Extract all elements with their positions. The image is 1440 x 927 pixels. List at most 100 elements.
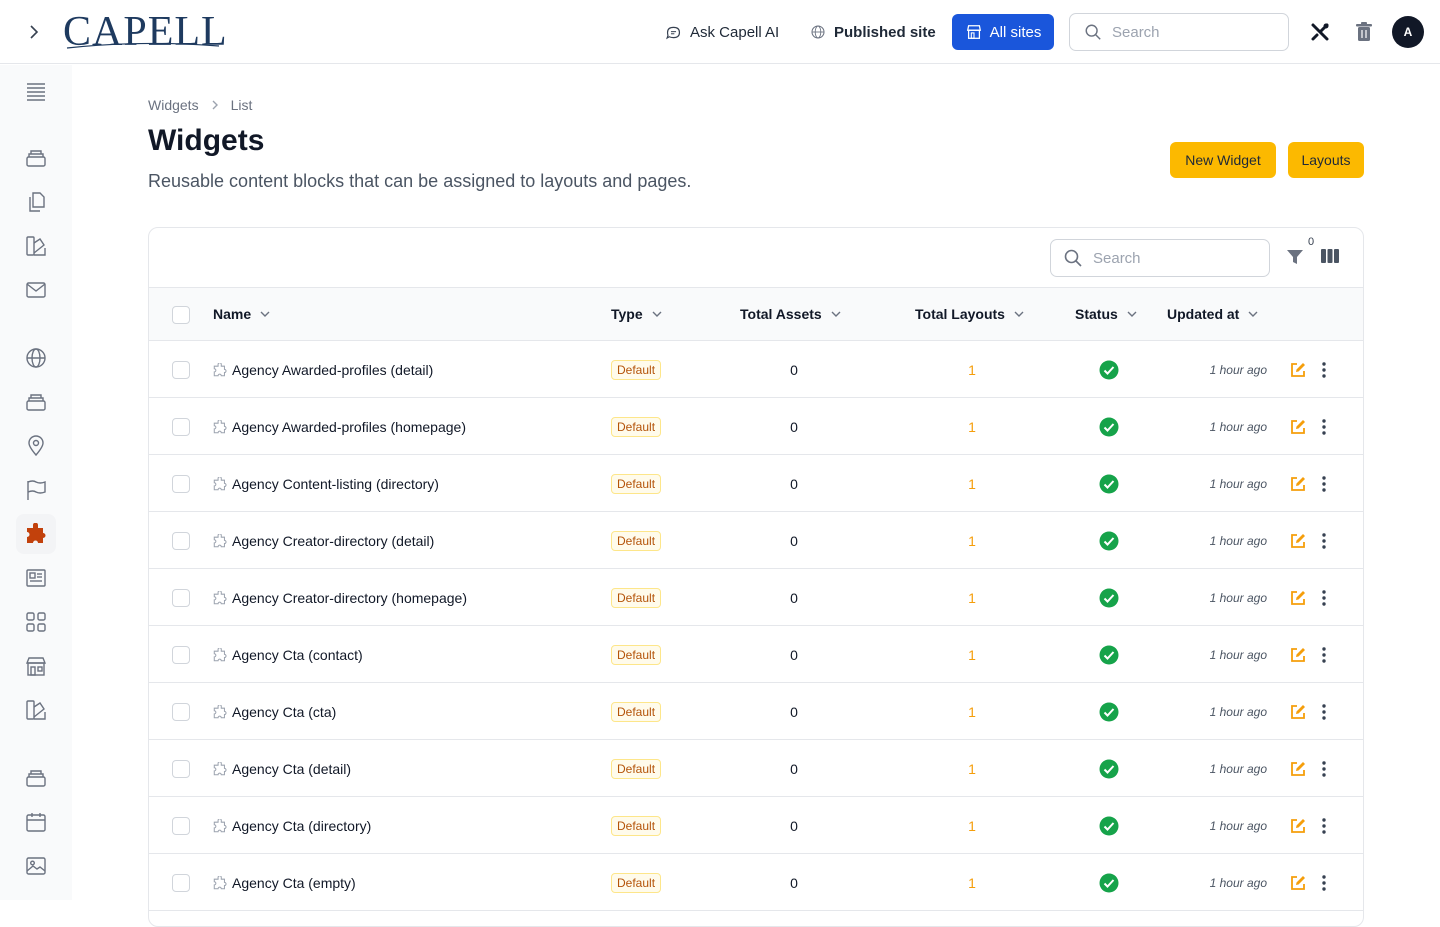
row-edit-button[interactable] xyxy=(1289,740,1307,797)
row-name[interactable]: Agency Awarded-profiles (detail) xyxy=(213,341,433,398)
global-search-input[interactable] xyxy=(1112,23,1262,41)
row-name[interactable]: Agency Creator-directory (detail) xyxy=(213,512,434,569)
row-more-button[interactable] xyxy=(1322,341,1326,398)
sidebar-item-pages[interactable] xyxy=(16,182,56,222)
columns-button[interactable] xyxy=(1321,248,1339,269)
row-name-label: Agency Awarded-profiles (detail) xyxy=(232,361,434,378)
sidebar-item-stores[interactable] xyxy=(16,646,56,686)
table-row[interactable]: Agency Creator-directory (homepage) Defa… xyxy=(149,569,1363,626)
col-updated-at-header[interactable]: Updated at xyxy=(1167,306,1259,322)
row-edit-button[interactable] xyxy=(1289,569,1307,626)
table-row[interactable]: Agency Cta (empty) Default 0 1 1 hour ag… xyxy=(149,854,1363,911)
ask-ai-link[interactable]: Ask Capell AI xyxy=(665,20,779,44)
swatch-icon xyxy=(26,700,46,720)
col-total-layouts-header[interactable]: Total Layouts xyxy=(915,306,1025,322)
col-type-header[interactable]: Type xyxy=(611,306,663,322)
row-more-button[interactable] xyxy=(1322,455,1326,512)
row-total-assets: 0 xyxy=(790,760,798,777)
col-name-header[interactable]: Name xyxy=(213,306,271,322)
row-checkbox[interactable] xyxy=(172,418,190,436)
table-row[interactable]: Agency Cta (contact) Default 0 1 1 hour … xyxy=(149,626,1363,683)
sidebar-item-locations[interactable] xyxy=(16,426,56,466)
row-checkbox[interactable] xyxy=(172,361,190,379)
table-row[interactable]: Agency Cta (directory) Default 0 1 1 hou… xyxy=(149,797,1363,854)
sidebar-item-widgets[interactable] xyxy=(16,514,56,554)
layouts-button[interactable]: Layouts xyxy=(1288,142,1364,178)
new-widget-button[interactable]: New Widget xyxy=(1170,142,1276,178)
table-row[interactable]: Agency Cta (cta) Default 0 1 1 hour ago xyxy=(149,683,1363,740)
row-name[interactable]: Agency Cta (directory) xyxy=(213,797,371,854)
sidebar-item-sites[interactable] xyxy=(16,338,56,378)
table-row[interactable]: Agency Cta (detail) Default 0 1 1 hour a… xyxy=(149,740,1363,797)
col-total-assets-header[interactable]: Total Assets xyxy=(740,306,842,322)
row-checkbox[interactable] xyxy=(172,532,190,550)
row-edit-button[interactable] xyxy=(1289,341,1307,398)
row-more-button[interactable] xyxy=(1322,740,1326,797)
row-edit-button[interactable] xyxy=(1289,626,1307,683)
trash-button[interactable] xyxy=(1354,21,1374,48)
col-status-header[interactable]: Status xyxy=(1075,306,1138,322)
table-search[interactable] xyxy=(1050,239,1270,277)
row-checkbox[interactable] xyxy=(172,874,190,892)
row-checkbox[interactable] xyxy=(172,703,190,721)
pencil-square-icon xyxy=(1291,761,1305,776)
sidebar-item-mail[interactable] xyxy=(16,270,56,310)
row-more-button[interactable] xyxy=(1322,569,1326,626)
row-more-button[interactable] xyxy=(1322,797,1326,854)
row-more-button[interactable] xyxy=(1322,854,1326,911)
row-edit-button[interactable] xyxy=(1289,683,1307,740)
breadcrumb-widgets[interactable]: Widgets xyxy=(148,97,199,113)
ellipsis-vertical-icon xyxy=(1322,475,1326,492)
row-name[interactable]: Agency Cta (empty) xyxy=(213,854,356,911)
row-checkbox[interactable] xyxy=(172,589,190,607)
sidebar-item-news[interactable] xyxy=(16,558,56,598)
row-name[interactable]: Agency Awarded-profiles (homepage) xyxy=(213,398,466,455)
row-edit-button[interactable] xyxy=(1289,512,1307,569)
sidebar-item-apps[interactable] xyxy=(16,602,56,642)
row-more-button[interactable] xyxy=(1322,512,1326,569)
table-row[interactable]: Agency Awarded-profiles (homepage) Defau… xyxy=(149,398,1363,455)
row-checkbox[interactable] xyxy=(172,646,190,664)
sidebar-item-storage[interactable] xyxy=(16,758,56,798)
user-avatar[interactable]: A xyxy=(1392,16,1424,48)
row-more-button[interactable] xyxy=(1322,683,1326,740)
row-total-layouts: 1 xyxy=(968,361,976,378)
row-edit-button[interactable] xyxy=(1289,398,1307,455)
sidebar-item-archive[interactable] xyxy=(16,382,56,422)
sidebar-item-collections[interactable] xyxy=(16,138,56,178)
row-name[interactable]: Agency Cta (detail) xyxy=(213,740,351,797)
sidebar-item-media[interactable] xyxy=(16,846,56,886)
global-search[interactable] xyxy=(1069,13,1289,51)
table-row[interactable]: Agency Creator-directory (detail) Defaul… xyxy=(149,512,1363,569)
row-name[interactable]: Agency Creator-directory (homepage) xyxy=(213,569,467,626)
row-name[interactable]: Agency Content-listing (directory) xyxy=(213,455,439,512)
col-type-label: Type xyxy=(611,306,643,322)
row-name[interactable]: Agency Cta (contact) xyxy=(213,626,363,683)
table-search-input[interactable] xyxy=(1093,249,1243,267)
table-row[interactable]: Agency Content-listing (directory) Defau… xyxy=(149,455,1363,512)
row-checkbox[interactable] xyxy=(172,817,190,835)
published-site-link[interactable]: Published site xyxy=(810,20,936,44)
table-row[interactable]: Agency Awarded-profiles (detail) Default… xyxy=(149,341,1363,398)
row-more-button[interactable] xyxy=(1322,626,1326,683)
filter-button[interactable] xyxy=(1286,248,1304,271)
row-more-button[interactable] xyxy=(1322,398,1326,455)
row-status xyxy=(1099,512,1119,569)
row-edit-button[interactable] xyxy=(1289,854,1307,911)
row-edit-button[interactable] xyxy=(1289,455,1307,512)
pencil-square-icon xyxy=(1291,704,1305,719)
sidebar-item-flags[interactable] xyxy=(16,470,56,510)
expand-sidebar-button[interactable] xyxy=(20,18,48,46)
row-edit-button[interactable] xyxy=(1289,797,1307,854)
all-sites-button[interactable]: All sites xyxy=(952,14,1054,50)
tools-button[interactable] xyxy=(1309,21,1331,48)
type-badge: Default xyxy=(611,473,662,494)
select-all-checkbox[interactable] xyxy=(172,306,190,324)
row-checkbox[interactable] xyxy=(172,760,190,778)
sidebar-item-themes[interactable] xyxy=(16,226,56,266)
sidebar-item-calendar[interactable] xyxy=(16,802,56,842)
row-name[interactable]: Agency Cta (cta) xyxy=(213,683,336,740)
sidebar-item-design[interactable] xyxy=(16,690,56,730)
row-checkbox[interactable] xyxy=(172,475,190,493)
sidebar-item-menu[interactable] xyxy=(16,71,56,111)
